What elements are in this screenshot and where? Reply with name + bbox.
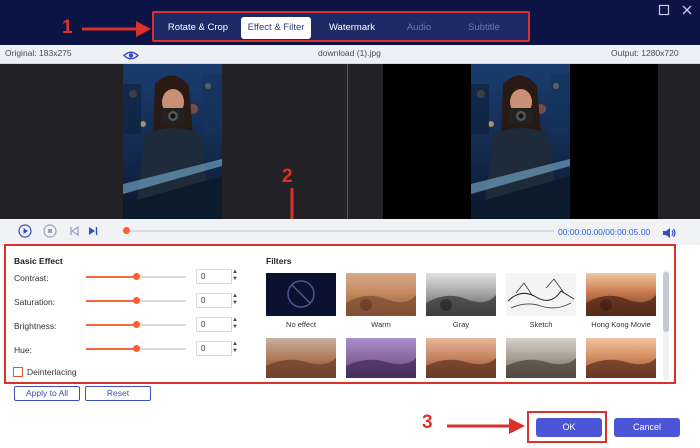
filter-thumb-sketch[interactable] <box>506 273 576 316</box>
hue-stepper[interactable]: 0 <box>196 341 232 356</box>
timecode: 00:00:00.00/00:00:05.00 <box>558 227 651 237</box>
contrast-slider-handle[interactable] <box>133 273 140 280</box>
saturation-slider-fill <box>86 300 136 302</box>
tab-watermark[interactable]: Watermark <box>317 17 387 39</box>
filter-thumb-warm[interactable] <box>346 273 416 316</box>
filter-thumb-8[interactable] <box>426 338 496 378</box>
contrast-stepper-arrows-icon[interactable]: ▲ ▼ <box>230 269 240 284</box>
filter-thumb-6[interactable] <box>266 338 336 378</box>
filter-label-sketch: Sketch <box>529 320 553 329</box>
restore-icon[interactable] <box>657 4 671 18</box>
tab-effect-filter[interactable]: Effect & Filter <box>241 17 311 39</box>
saturation-slider-handle[interactable] <box>133 297 140 304</box>
brightness-slider-handle[interactable] <box>133 321 140 328</box>
filter-thumb-7[interactable] <box>346 338 416 378</box>
annotation-arrow-right-icon-2 <box>447 418 525 434</box>
previous-frame-icon[interactable] <box>67 224 81 238</box>
filter-thumb-9[interactable] <box>506 338 576 378</box>
hue-slider-fill <box>86 348 136 350</box>
play-icon[interactable] <box>18 224 32 238</box>
brightness-stepper-arrows-icon[interactable]: ▲ ▼ <box>230 317 240 332</box>
annotation-arrow-right-icon <box>82 21 151 37</box>
close-icon[interactable] <box>680 4 694 18</box>
filter-thumb-no-effect[interactable] <box>266 273 336 316</box>
filter-label-no-effect: No effect <box>286 320 316 329</box>
filter-thumb-10[interactable] <box>586 338 656 378</box>
original-preview-image <box>123 64 222 219</box>
tab-rotate-crop[interactable]: Rotate & Crop <box>160 17 236 39</box>
hue-label: Hue: <box>14 345 32 355</box>
cancel-button[interactable]: Cancel <box>614 418 680 437</box>
hue-stepper-arrows-icon[interactable]: ▲ ▼ <box>230 341 240 356</box>
basic-effect-title: Basic Effect <box>14 256 63 266</box>
hue-slider-handle[interactable] <box>133 345 140 352</box>
deinterlacing-checkbox[interactable] <box>13 367 23 377</box>
timeline-handle[interactable] <box>123 227 130 234</box>
filters-scrollbar-thumb[interactable] <box>663 272 669 332</box>
filter-label-gray: Gray <box>452 320 470 329</box>
brightness-label: Brightness: <box>14 321 57 331</box>
brightness-slider-fill <box>86 324 136 326</box>
filter-thumb-hong-kong-movie[interactable] <box>586 273 656 316</box>
filter-thumb-gray[interactable] <box>426 273 496 316</box>
filters-title: Filters <box>266 256 292 266</box>
contrast-label: Contrast: <box>14 273 49 283</box>
reset-button[interactable]: Reset <box>85 386 151 401</box>
saturation-label: Saturation: <box>14 297 56 307</box>
info-bar: Original: 183x275 download (1).jpg Outpu… <box>0 45 700 64</box>
contrast-slider-fill <box>86 276 136 278</box>
brightness-stepper[interactable]: 0 <box>196 317 232 332</box>
timeline-track[interactable] <box>126 230 554 232</box>
original-size: Original: 183x275 <box>5 48 72 58</box>
apply-to-all-button[interactable]: Apply to All <box>14 386 80 401</box>
volume-icon[interactable] <box>662 226 676 244</box>
filter-label-warm: Warm <box>371 320 391 329</box>
file-name: download (1).jpg <box>318 48 381 58</box>
contrast-stepper[interactable]: 0 <box>196 269 232 284</box>
preview-divider <box>347 64 348 219</box>
tab-bar: Rotate & Crop Effect & Filter Watermark … <box>152 11 530 42</box>
annotation-number-2: 2 <box>282 166 293 187</box>
tab-audio[interactable]: Audio <box>394 17 444 39</box>
annotation-number-3: 3 <box>422 412 433 433</box>
saturation-stepper-arrows-icon[interactable]: ▲ ▼ <box>230 293 240 308</box>
saturation-stepper[interactable]: 0 <box>196 293 232 308</box>
deinterlacing-label: Deinterlacing <box>27 367 77 377</box>
tab-subtitle[interactable]: Subtitle <box>454 17 514 39</box>
output-preview-image <box>471 64 570 219</box>
output-size: Output: 1280x720 <box>611 48 679 58</box>
annotation-number-1: 1 <box>62 17 73 38</box>
ok-button[interactable]: OK <box>536 418 602 437</box>
next-frame-icon[interactable] <box>86 224 100 238</box>
filter-label-hong-kong-movie: Hong Kong Movie <box>591 320 651 329</box>
stop-icon[interactable] <box>43 224 57 238</box>
